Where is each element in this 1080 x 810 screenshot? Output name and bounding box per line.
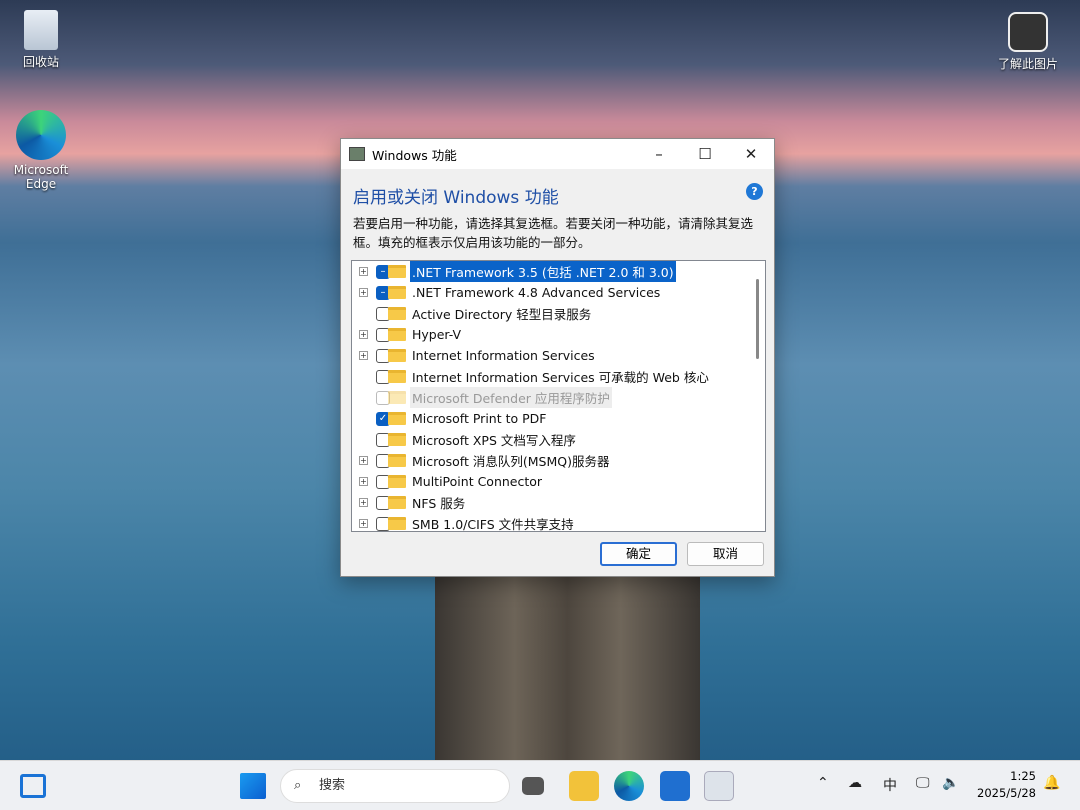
network-icon[interactable]: 🖵 xyxy=(916,775,930,791)
feature-label: Microsoft XPS 文档写入程序 xyxy=(410,429,578,450)
dialog-description: 若要启用一种功能，请选择其复选框。若要关闭一种功能，请清除其复选框。填充的框表示… xyxy=(353,214,763,252)
file-explorer-icon[interactable] xyxy=(569,771,599,801)
recycle-bin-label: 回收站 xyxy=(23,55,59,69)
show-hidden-icons-chevron-icon[interactable]: ⌃ xyxy=(817,775,829,791)
feature-row[interactable]: Active Directory 轻型目录服务 xyxy=(352,303,752,324)
folder-icon xyxy=(388,349,406,362)
search-icon: ⌕ xyxy=(294,770,301,802)
feature-row[interactable]: Microsoft XPS 文档写入程序 xyxy=(352,429,752,450)
feature-label: Hyper-V xyxy=(410,326,463,343)
folder-icon xyxy=(388,496,406,509)
feature-label: Internet Information Services 可承载的 Web 核… xyxy=(410,366,711,387)
dialog-heading: 启用或关闭 Windows 功能 xyxy=(353,183,559,208)
desktop-icon-edge[interactable]: Microsoft Edge xyxy=(6,110,76,191)
windows-features-taskbar-icon[interactable] xyxy=(704,771,734,801)
feature-label: Internet Information Services xyxy=(410,347,597,364)
help-icon[interactable]: ? xyxy=(746,183,763,200)
feature-row[interactable]: + SMB 1.0/CIFS 文件共享支持 xyxy=(352,513,752,532)
search-placeholder: 搜索 xyxy=(319,778,345,793)
feature-label: Microsoft Print to PDF xyxy=(410,410,548,427)
edge-taskbar-icon[interactable] xyxy=(614,771,644,801)
feature-row[interactable]: + NFS 服务 xyxy=(352,492,752,513)
folder-icon xyxy=(388,307,406,320)
widgets-icon[interactable] xyxy=(20,774,46,798)
folder-icon xyxy=(388,391,406,404)
date: 2025/5/28 xyxy=(972,785,1036,802)
expand-icon[interactable]: + xyxy=(359,330,368,339)
feature-row[interactable]: ✓Microsoft Print to PDF xyxy=(352,408,752,429)
ime-indicator[interactable]: 中 xyxy=(883,775,897,795)
feature-label: NFS 服务 xyxy=(410,492,467,513)
desktop-icon-recycle-bin[interactable]: 回收站 xyxy=(6,10,76,70)
store-icon[interactable] xyxy=(660,771,690,801)
folder-icon xyxy=(388,454,406,467)
feature-label: Microsoft Defender 应用程序防护 xyxy=(410,387,612,408)
feature-row[interactable]: Internet Information Services 可承载的 Web 核… xyxy=(352,366,752,387)
windows-features-icon xyxy=(349,147,365,161)
folder-icon xyxy=(388,517,406,530)
task-view-icon[interactable] xyxy=(522,777,544,795)
maximize-button[interactable]: ☐ xyxy=(682,145,728,163)
clock[interactable]: 1:252025/5/28 xyxy=(972,768,1036,802)
feature-label: Active Directory 轻型目录服务 xyxy=(410,303,593,324)
edge-icon xyxy=(16,110,66,160)
feature-label: .NET Framework 4.8 Advanced Services xyxy=(410,284,662,301)
feature-row[interactable]: +–.NET Framework 3.5 (包括 .NET 2.0 和 3.0) xyxy=(352,261,752,282)
feature-label: SMB 1.0/CIFS 文件共享支持 xyxy=(410,513,576,532)
learn-picture-label: 了解此图片 xyxy=(998,57,1058,71)
expand-icon[interactable]: + xyxy=(359,288,368,297)
notification-bell-icon[interactable]: 🔔 xyxy=(1043,775,1060,791)
feature-row[interactable]: + MultiPoint Connector xyxy=(352,471,752,492)
ok-button[interactable]: 确定 xyxy=(600,542,677,566)
folder-icon xyxy=(388,475,406,488)
folder-icon xyxy=(388,265,406,278)
expand-icon[interactable]: + xyxy=(359,351,368,360)
folder-icon xyxy=(388,433,406,446)
close-button[interactable]: ✕ xyxy=(728,145,774,163)
folder-icon xyxy=(388,370,406,383)
window-title: Windows 功能 xyxy=(372,145,636,164)
feature-row[interactable]: + Microsoft 消息队列(MSMQ)服务器 xyxy=(352,450,752,471)
folder-icon xyxy=(388,286,406,299)
feature-row[interactable]: +–.NET Framework 4.8 Advanced Services xyxy=(352,282,752,303)
feature-row[interactable]: + Internet Information Services xyxy=(352,345,752,366)
feature-row[interactable]: Microsoft Defender 应用程序防护 xyxy=(352,387,752,408)
folder-icon xyxy=(388,412,406,425)
features-tree[interactable]: +–.NET Framework 3.5 (包括 .NET 2.0 和 3.0)… xyxy=(351,260,766,532)
onedrive-icon[interactable]: ☁ xyxy=(848,775,862,791)
scrollbar[interactable] xyxy=(756,279,759,359)
minimize-button[interactable]: – xyxy=(636,145,682,163)
feature-label: Microsoft 消息队列(MSMQ)服务器 xyxy=(410,450,611,471)
windows-features-dialog: Windows 功能 – ☐ ✕ 启用或关闭 Windows 功能 ? 若要启用… xyxy=(340,138,775,577)
taskbar: ⌕ 搜索 ⌃ ☁ 中 🖵 🔈 1:252025/5/28 🔔 xyxy=(0,760,1080,810)
expand-icon[interactable]: + xyxy=(359,477,368,486)
feature-label: .NET Framework 3.5 (包括 .NET 2.0 和 3.0) xyxy=(410,261,676,282)
pier-image xyxy=(435,575,700,760)
folder-icon xyxy=(388,328,406,341)
feature-label: MultiPoint Connector xyxy=(410,473,544,490)
expand-icon[interactable]: + xyxy=(359,519,368,528)
expand-icon[interactable]: + xyxy=(359,456,368,465)
desktop-icon-learn-about-picture[interactable]: 了解此图片 xyxy=(993,12,1063,72)
taskbar-search[interactable]: ⌕ 搜索 xyxy=(280,769,510,803)
feature-row[interactable]: + Hyper-V xyxy=(352,324,752,345)
cancel-button[interactable]: 取消 xyxy=(687,542,764,566)
expand-icon[interactable]: + xyxy=(359,267,368,276)
edge-label: Microsoft Edge xyxy=(14,163,69,191)
recycle-bin-icon xyxy=(24,10,58,50)
title-bar[interactable]: Windows 功能 – ☐ ✕ xyxy=(341,139,774,169)
volume-icon[interactable]: 🔈 xyxy=(942,775,959,791)
time: 1:25 xyxy=(972,768,1036,785)
camera-icon xyxy=(1008,12,1048,52)
start-button[interactable] xyxy=(240,773,266,799)
expand-icon[interactable]: + xyxy=(359,498,368,507)
